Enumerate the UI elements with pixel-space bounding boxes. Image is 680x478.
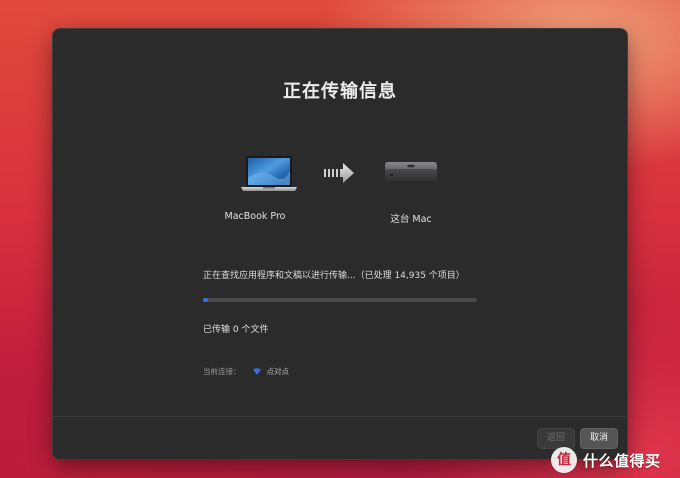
watermark-badge: 值 <box>551 447 577 473</box>
source-device-label: MacBook Pro <box>224 211 286 222</box>
connection-name: 点对点 <box>266 367 290 376</box>
dialog-title: 正在传输信息 <box>283 81 397 102</box>
laptop-icon <box>241 156 297 191</box>
progress-fill <box>203 298 209 302</box>
dialog-footer: 返回 取消 <box>53 416 627 459</box>
connection-info: 当前连接： 点对点 <box>203 366 289 377</box>
migration-assistant-dialog: 正在传输信息 MacBook Pro 这台 Mac 正在查找应用程序和文稿以进行… <box>53 29 627 459</box>
mac-mini-icon <box>385 162 437 181</box>
target-device: 这台 Mac <box>351 153 471 243</box>
source-device: MacBook Pro <box>195 153 315 243</box>
connection-label: 当前连接： <box>203 367 241 376</box>
transfer-status-text: 正在查找应用程序和文稿以进行传输...（已处理 14,935 个项目） <box>203 271 465 281</box>
wifi-icon <box>252 368 261 375</box>
back-button[interactable]: 返回 <box>537 428 576 449</box>
watermark-text: 什么值得买 <box>583 451 661 470</box>
watermark: 值 什么值得买 <box>551 447 661 473</box>
target-device-label: 这台 Mac <box>390 214 432 225</box>
transfer-progress-bar <box>203 298 477 302</box>
files-transferred-text: 已传输 0 个文件 <box>203 325 269 335</box>
cancel-button[interactable]: 取消 <box>580 428 619 449</box>
